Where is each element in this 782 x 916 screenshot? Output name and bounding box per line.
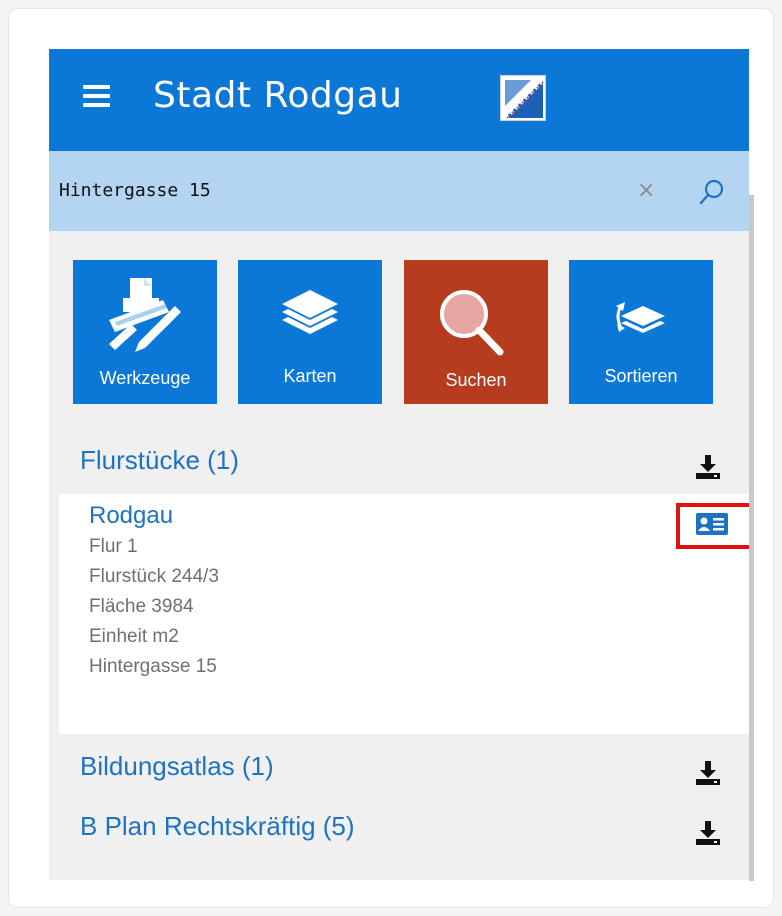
contact-card-highlight[interactable] [676,503,749,549]
sortieren-button[interactable]: Sortieren [569,260,713,404]
result-line-flur: Flur 1 [89,536,138,557]
section-title-flurstuecke[interactable]: Flurstücke (1) [80,445,239,476]
map-edge [749,195,754,881]
sortieren-label: Sortieren [604,366,678,386]
result-line-flaeche: Fläche 3984 [89,596,194,617]
werkzeuge-label: Werkzeuge [99,368,191,388]
city-logo [500,75,546,121]
clear-icon[interactable]: × [637,177,655,205]
search-input[interactable] [59,173,619,207]
search-bar: × [49,151,749,231]
hamburger-menu-icon[interactable] [83,85,110,107]
section-title-bildungsatlas[interactable]: Bildungsatlas (1) [80,751,274,782]
toolbar: Werkzeuge Karten Suchen Sortieren [49,231,749,421]
suchen-button[interactable]: Suchen [404,260,548,404]
download-icon[interactable] [694,819,722,847]
app-header: Stadt Rodgau [49,49,749,151]
result-card-flurstueck: Rodgau Flur 1 Flurstück 244/3 Fläche 398… [59,494,749,734]
result-line-address: Hintergasse 15 [89,656,217,677]
contact-card-icon [696,513,728,535]
result-line-einheit: Einheit m2 [89,626,179,647]
app-title: Stadt Rodgau [153,75,403,116]
suchen-label: Suchen [445,370,507,390]
karten-label: Karten [283,366,337,386]
sidebar-panel: Stadt Rodgau × [49,49,749,880]
download-icon[interactable] [694,453,722,481]
result-title[interactable]: Rodgau [89,502,173,530]
download-icon[interactable] [694,759,722,787]
result-line-flurstueck: Flurstück 244/3 [89,566,219,587]
werkzeuge-button[interactable]: Werkzeuge [73,260,217,404]
section-title-bplan[interactable]: B Plan Rechtskräftig (5) [80,811,355,842]
karten-button[interactable]: Karten [238,260,382,404]
search-submit-icon[interactable] [697,177,727,207]
